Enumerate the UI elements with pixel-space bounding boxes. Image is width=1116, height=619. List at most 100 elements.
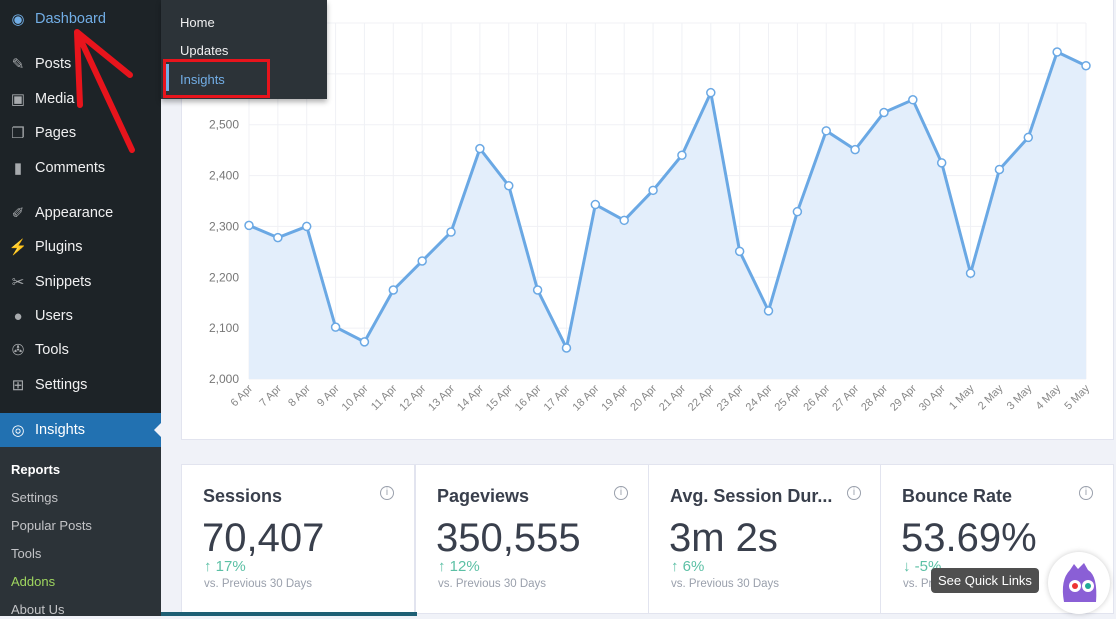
y-tick-label: 2,200 [209, 270, 239, 284]
data-point[interactable] [850, 144, 860, 155]
sidebar-item-label: Snippets [35, 274, 92, 290]
sidebar-item-media[interactable]: ▣ Media [0, 82, 161, 116]
x-tick-label: 6 Apr [228, 382, 255, 409]
flyout-home[interactable]: Home [180, 15, 215, 30]
data-point[interactable] [648, 185, 658, 196]
data-point[interactable] [706, 87, 716, 98]
sidebar-item-comments[interactable]: ▮ Comments [0, 151, 161, 185]
quick-links-tooltip: See Quick Links [931, 568, 1039, 593]
area-fill [249, 51, 1086, 379]
sidebar-item-settings[interactable]: ⊞ Settings [0, 368, 161, 402]
horizontal-scrollbar[interactable] [161, 612, 417, 616]
data-point[interactable] [677, 150, 687, 160]
submenu-item-about-us[interactable]: About Us [11, 602, 64, 617]
info-icon[interactable]: i [380, 486, 394, 500]
sidebar-item-label: Posts [35, 56, 72, 72]
sidebar-item-users[interactable]: ● Users [0, 299, 161, 333]
data-point[interactable] [1023, 132, 1034, 143]
submenu-item-addons[interactable]: Addons [11, 574, 55, 589]
x-tick-label: 8 Apr [286, 382, 313, 409]
data-point[interactable] [994, 164, 1005, 175]
submenu-item-reports[interactable]: Reports [11, 462, 60, 477]
data-point[interactable] [792, 206, 803, 217]
data-point[interactable] [301, 221, 312, 232]
x-tick-label: 13 Apr [426, 382, 457, 413]
arrow-up-icon: ↑ [438, 558, 446, 575]
info-icon[interactable]: i [847, 486, 861, 500]
stat-change-value: 17% [215, 558, 246, 575]
stat-change: ↑ 6% [671, 558, 704, 575]
brush-icon: ✐ [11, 205, 25, 222]
data-point[interactable] [330, 322, 341, 332]
data-point[interactable] [244, 220, 254, 231]
x-tick-label: 7 Apr [257, 382, 284, 409]
x-tick-label: 15 Apr [484, 382, 515, 413]
sidebar-item-pages[interactable]: ❐ Pages [0, 116, 161, 150]
x-tick-label: 30 Apr [917, 382, 948, 413]
data-point[interactable] [532, 285, 543, 295]
sidebar-item-snippets[interactable]: ✂ Snippets [0, 265, 161, 299]
stat-title: Pageviews [437, 486, 530, 506]
arrow-up-icon: ↑ [204, 558, 212, 575]
flyout-updates[interactable]: Updates [180, 43, 228, 58]
data-point[interactable] [1052, 47, 1062, 57]
x-tick-label: 23 Apr [715, 382, 746, 413]
x-tick-label: 25 Apr [773, 382, 804, 413]
sidebar-item-dashboard[interactable]: ◉ Dashboard [0, 2, 161, 36]
stat-change-value: 12% [449, 558, 480, 575]
sidebar-item-plugins[interactable]: ⚡ Plugins [0, 230, 161, 264]
x-tick-label: 2 May [976, 382, 1006, 412]
submenu-item-popular-posts[interactable]: Popular Posts [11, 518, 92, 533]
data-point[interactable] [388, 285, 399, 295]
data-point[interactable] [475, 143, 485, 154]
y-tick-label: 2,300 [209, 219, 239, 233]
sidebar-item-tools[interactable]: ✇ Tools [0, 333, 161, 367]
quick-links-button[interactable] [1048, 552, 1110, 614]
sidebar-item-label: Insights [35, 422, 85, 438]
data-point[interactable] [734, 246, 745, 257]
data-point[interactable] [561, 343, 572, 353]
data-point[interactable] [359, 337, 370, 347]
info-icon[interactable]: i [1079, 486, 1093, 500]
sidebar-item-label: Appearance [35, 205, 114, 221]
info-icon[interactable]: i [614, 486, 628, 500]
x-tick-label: 11 Apr [369, 382, 400, 413]
x-tick-label: 5 May [1062, 382, 1092, 412]
data-point[interactable] [821, 126, 831, 136]
data-point[interactable] [417, 256, 427, 266]
data-point[interactable] [273, 232, 283, 243]
data-point[interactable] [908, 95, 918, 105]
data-point[interactable] [763, 306, 774, 316]
stat-title: Avg. Session Dur... [670, 486, 833, 506]
submenu-item-settings[interactable]: Settings [11, 490, 58, 505]
sidebar-item-label: Pages [35, 125, 77, 141]
data-point[interactable] [446, 227, 456, 237]
sidebar-item-posts[interactable]: ✎ Posts [0, 47, 161, 81]
sidebar-item-appearance[interactable]: ✐ Appearance [0, 196, 161, 230]
stat-change: ↑ 12% [438, 558, 480, 575]
sidebar-item-insights[interactable]: ◎ Insights [0, 413, 161, 447]
data-point[interactable] [1081, 60, 1091, 71]
media-icon: ▣ [10, 91, 26, 108]
data-point[interactable] [590, 199, 601, 210]
sidebar-item-label: Plugins [35, 239, 83, 255]
x-tick-label: 16 Apr [513, 382, 544, 413]
wrench-icon: ✇ [11, 342, 25, 359]
stat-value: 350,555 [436, 516, 581, 560]
data-point[interactable] [504, 180, 514, 191]
data-point[interactable] [965, 268, 976, 278]
stat-comparison: vs. Previous 30 Days [438, 578, 547, 590]
x-tick-label: 29 Apr [888, 382, 919, 413]
plugin-icon: ⚡ [8, 239, 28, 256]
y-tick-label: 2,000 [209, 372, 239, 386]
pin-icon: ✎ [11, 56, 25, 73]
data-point[interactable] [879, 107, 889, 118]
submenu-item-tools[interactable]: Tools [11, 546, 41, 561]
data-point[interactable] [619, 215, 629, 226]
stat-card-2: Avg. Session Dur... i 3m 2s ↑ 6% vs. Pre… [648, 464, 882, 614]
x-tick-label: 18 Apr [570, 382, 601, 413]
settings-icon: ⊞ [11, 377, 25, 394]
sidebar-item-label: Media [35, 91, 75, 107]
sidebar-item-label: Comments [35, 160, 106, 176]
data-point[interactable] [936, 158, 947, 168]
